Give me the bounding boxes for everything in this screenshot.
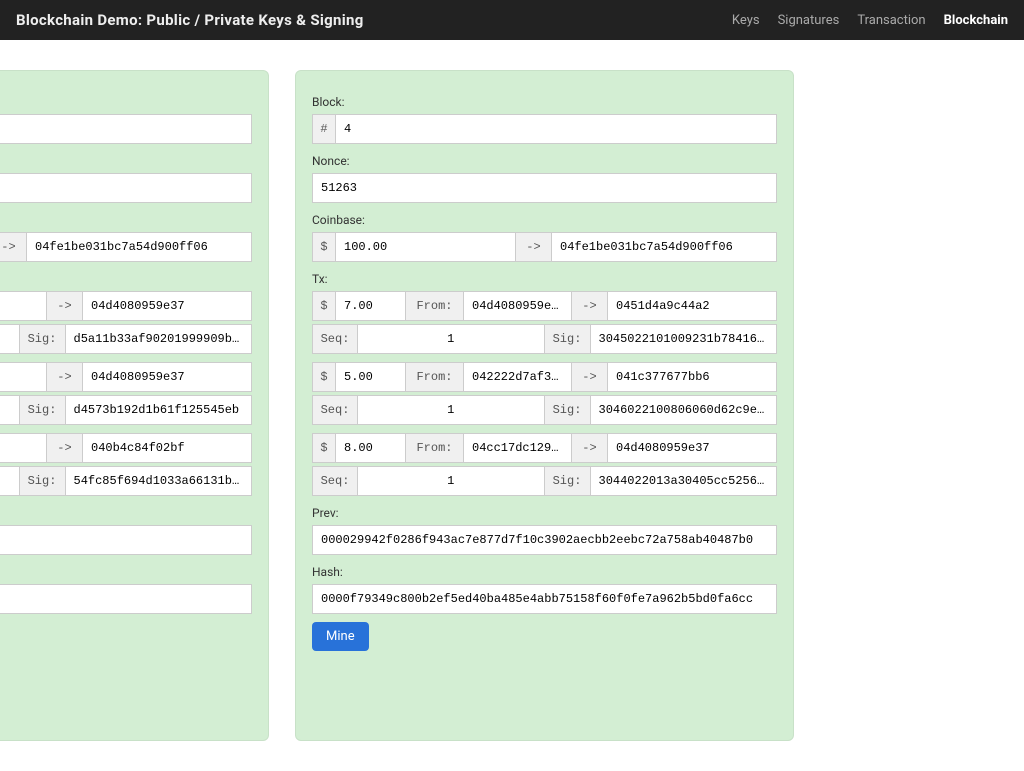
coinbase-amount-input[interactable] (336, 232, 516, 262)
hash-label: Hash: (312, 565, 777, 579)
tx-to-input[interactable] (83, 433, 252, 463)
sig-addon: Sig: (20, 466, 66, 496)
nonce-input[interactable] (312, 173, 777, 203)
prev-input[interactable] (312, 525, 777, 555)
tx-from-input[interactable] (464, 362, 572, 392)
tx-label: Tx: (312, 272, 777, 286)
arrow-addon: -> (47, 433, 83, 463)
coinbase-label: Coinbase: (0, 213, 252, 227)
dollar-addon: $ (312, 433, 336, 463)
tx-to-input[interactable] (83, 291, 252, 321)
seq-addon: Seq: (312, 324, 358, 354)
tx-to-input[interactable] (608, 362, 777, 392)
coinbase-to-input[interactable] (27, 232, 252, 262)
tx-amount-input[interactable] (336, 291, 406, 321)
sig-addon: Sig: (20, 324, 66, 354)
arrow-addon: -> (47, 362, 83, 392)
prev-input[interactable] (0, 525, 252, 555)
tx-amount-input[interactable] (336, 362, 406, 392)
tx-seq-input[interactable] (0, 466, 20, 496)
sig-addon: Sig: (545, 324, 591, 354)
arrow-addon: -> (0, 232, 27, 262)
tx-label: Tx: (0, 272, 252, 286)
tx-group: $ From: -> Seq: Sig: (312, 433, 777, 496)
nonce-input[interactable] (0, 173, 252, 203)
tx-to-input[interactable] (608, 291, 777, 321)
tx-seq-input[interactable] (0, 395, 20, 425)
dollar-addon: $ (312, 291, 336, 321)
tx-sig-input[interactable] (66, 324, 253, 354)
nav-transaction[interactable]: Transaction (857, 13, 925, 28)
tx-to-input[interactable] (608, 433, 777, 463)
coinbase-label: Coinbase: (312, 213, 777, 227)
block-number-input[interactable] (0, 114, 252, 144)
hash-input[interactable] (312, 584, 777, 614)
tx-amount-input[interactable] (336, 433, 406, 463)
tx-group: $ From: -> Seq: Sig: (0, 433, 252, 496)
seq-addon: Seq: (312, 466, 358, 496)
tx-sig-input[interactable] (591, 466, 778, 496)
sig-addon: Sig: (20, 395, 66, 425)
tx-to-input[interactable] (83, 362, 252, 392)
nav-links: Keys Signatures Transaction Blockchain (732, 13, 1008, 28)
tx-from-input[interactable] (464, 433, 572, 463)
dollar-addon: $ (312, 362, 336, 392)
tx-from-input[interactable] (464, 291, 572, 321)
tx-sig-input[interactable] (66, 466, 253, 496)
sig-addon: Sig: (545, 466, 591, 496)
tx-from-input[interactable] (0, 362, 47, 392)
nav-signatures[interactable]: Signatures (778, 13, 840, 28)
from-addon: From: (406, 433, 464, 463)
tx-seq-input[interactable] (358, 466, 545, 496)
tx-group: $ From: -> Seq: Sig: (0, 362, 252, 425)
hash-label: Hash: (0, 565, 252, 579)
arrow-addon: -> (572, 362, 608, 392)
tx-seq-input[interactable] (358, 324, 545, 354)
from-addon: From: (406, 362, 464, 392)
nonce-label: Nonce: (0, 154, 252, 168)
arrow-addon: -> (516, 232, 552, 262)
arrow-addon: -> (47, 291, 83, 321)
tx-from-input[interactable] (0, 291, 47, 321)
arrow-addon: -> (572, 433, 608, 463)
brand-title: Blockchain Demo: Public / Private Keys &… (16, 11, 364, 29)
block-number-addon: # (312, 114, 336, 144)
arrow-addon: -> (572, 291, 608, 321)
seq-addon: Seq: (312, 395, 358, 425)
nonce-label: Nonce: (312, 154, 777, 168)
tx-sig-input[interactable] (591, 324, 778, 354)
sig-addon: Sig: (545, 395, 591, 425)
tx-sig-input[interactable] (66, 395, 253, 425)
block-card: Block: # Nonce: Coinbase: $ -> Tx: $ From… (295, 70, 794, 741)
coinbase-to-input[interactable] (552, 232, 777, 262)
tx-group: $ From: -> Seq: Sig: (312, 291, 777, 354)
block-label: Block: (0, 95, 252, 109)
dollar-addon: $ (312, 232, 336, 262)
hash-input[interactable] (0, 584, 252, 614)
tx-group: $ From: -> Seq: Sig: (0, 291, 252, 354)
from-addon: From: (406, 291, 464, 321)
nav-keys[interactable]: Keys (732, 13, 760, 28)
block-card: Block: # Nonce:Coinbase: $ -> Tx: $ From… (0, 70, 269, 741)
prev-label: Prev: (0, 506, 252, 520)
prev-label: Prev: (312, 506, 777, 520)
block-number-input[interactable] (336, 114, 777, 144)
tx-sig-input[interactable] (591, 395, 778, 425)
block-label: Block: (312, 95, 777, 109)
tx-group: $ From: -> Seq: Sig: (312, 362, 777, 425)
tx-from-input[interactable] (0, 433, 47, 463)
nav-blockchain[interactable]: Blockchain (944, 13, 1008, 28)
mine-button[interactable]: Mine (312, 622, 369, 651)
tx-seq-input[interactable] (358, 395, 545, 425)
tx-seq-input[interactable] (0, 324, 20, 354)
